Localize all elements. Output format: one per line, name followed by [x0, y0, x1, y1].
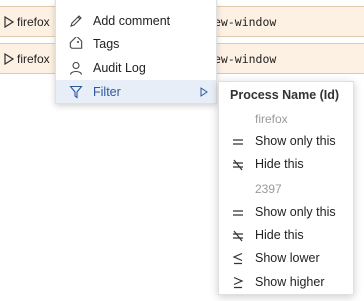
submenu-item-label: Show higher: [255, 275, 325, 289]
submenu-item-label: Show only this: [255, 205, 336, 219]
greater-or-equal-icon: [231, 276, 245, 290]
show-only-this-button[interactable]: Show only this: [219, 131, 353, 153]
submenu-item-label: Show lower: [255, 251, 320, 265]
less-or-equal-icon: [231, 252, 245, 266]
filter-value-label: 2397: [255, 182, 282, 196]
menu-item-label: Filter: [93, 85, 121, 99]
command-cell: ew-window: [214, 15, 277, 29]
show-lower-button[interactable]: Show lower: [219, 248, 353, 270]
filter-value-label: firefox: [255, 112, 288, 126]
submenu-item-label: Hide this: [255, 228, 304, 242]
menu-item-tags[interactable]: Tags: [56, 32, 216, 55]
expand-triangle-icon[interactable]: [4, 53, 14, 65]
pencil-icon: [69, 14, 83, 28]
menu-item-label: Tags: [93, 37, 120, 51]
not-equals-icon: [231, 229, 245, 243]
context-menu: Add comment Tags Audit Log Filter: [55, 0, 217, 104]
filter-submenu: Process Name (Id) firefox Show only this…: [218, 81, 354, 295]
menu-item-label: Add comment: [93, 14, 171, 28]
hide-this-button[interactable]: Hide this: [219, 154, 353, 176]
command-cell: ew-window: [214, 52, 277, 66]
submenu-item-label: Hide this: [255, 157, 304, 171]
show-only-this-button[interactable]: Show only this: [219, 202, 353, 224]
filter-icon: [69, 85, 83, 99]
equals-icon: [231, 135, 245, 149]
not-equals-icon: [231, 158, 245, 172]
equals-icon: [231, 206, 245, 220]
menu-item-label: Audit Log: [93, 61, 146, 75]
process-name-cell: firefox: [17, 52, 50, 66]
process-name-cell: firefox: [17, 15, 50, 29]
tag-icon: [69, 37, 83, 51]
submenu-header: Process Name (Id): [230, 88, 340, 102]
submenu-item-label: Show only this: [255, 134, 336, 148]
person-icon: [69, 61, 83, 75]
expand-triangle-icon[interactable]: [4, 16, 14, 28]
hide-this-button[interactable]: Hide this: [219, 225, 353, 247]
submenu-arrow-icon: [200, 87, 208, 97]
menu-item-audit-log[interactable]: Audit Log: [56, 56, 216, 79]
menu-item-add-comment[interactable]: Add comment: [56, 9, 216, 32]
show-higher-button[interactable]: Show higher: [219, 272, 353, 294]
menu-item-filter[interactable]: Filter: [56, 80, 216, 103]
